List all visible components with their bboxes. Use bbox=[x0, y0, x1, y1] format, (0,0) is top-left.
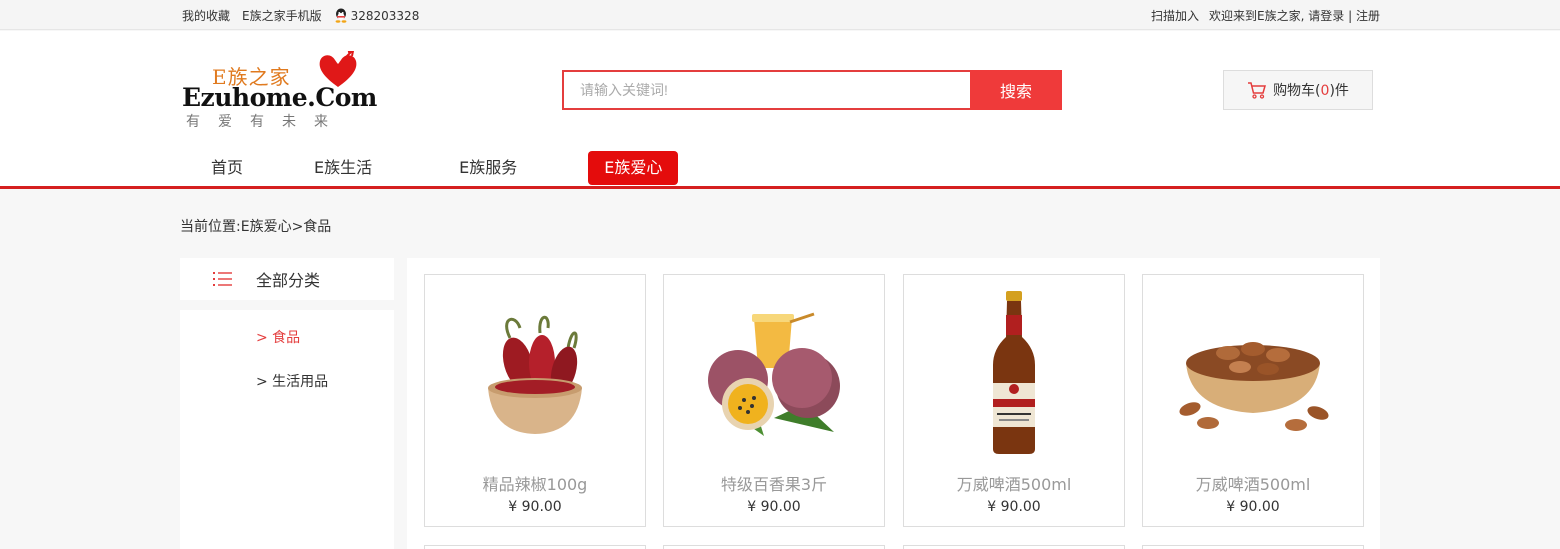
category-item-daily-goods[interactable]: > 生活用品 bbox=[256, 371, 328, 391]
product-image-chili[interactable] bbox=[425, 283, 645, 463]
product-card-next-row[interactable] bbox=[424, 545, 646, 549]
auth-divider: | bbox=[1348, 9, 1353, 23]
header: E族之家 Ezuhome.Com 有爱有未来 搜索 购物车(0)件 首页 E族生… bbox=[0, 31, 1560, 187]
nav-home[interactable]: 首页 bbox=[211, 151, 243, 185]
site-logo[interactable]: E族之家 Ezuhome.Com 有爱有未来 bbox=[182, 51, 377, 131]
beer-bottle-icon bbox=[993, 291, 1035, 454]
product-price: ¥ 90.00 bbox=[508, 499, 562, 515]
login-link[interactable]: 请登录 bbox=[1308, 9, 1344, 23]
cart-label: 购物车(0)件 bbox=[1273, 83, 1349, 99]
search-bar: 搜索 bbox=[562, 70, 1062, 110]
nav-divider bbox=[0, 186, 1560, 189]
product-image-beer[interactable] bbox=[904, 283, 1124, 463]
nav-service[interactable]: E族服务 bbox=[459, 151, 517, 185]
qq-contact[interactable]: 328203328 bbox=[334, 8, 420, 23]
product-card-next-row[interactable] bbox=[663, 545, 885, 549]
logo-slogan: 有爱有未来 bbox=[186, 114, 346, 130]
cart-button[interactable]: 购物车(0)件 bbox=[1223, 70, 1373, 110]
mobile-version-link[interactable]: E族之家手机版 bbox=[242, 7, 322, 24]
category-title: 全部分类 bbox=[256, 271, 321, 290]
product-card-next-row[interactable] bbox=[1142, 545, 1364, 549]
product-name[interactable]: 精品辣椒100g bbox=[425, 471, 645, 495]
product-image-passion-fruit[interactable] bbox=[664, 283, 884, 463]
product-card[interactable]: 万威啤酒500ml ¥ 90.00 bbox=[1142, 274, 1364, 527]
product-grid: 精品辣椒100g ¥ 90.00 特级百香果3斤 ¥ 90.00 万威啤酒500… bbox=[407, 258, 1380, 549]
product-price: ¥ 90.00 bbox=[987, 499, 1041, 515]
breadcrumb: 当前位置: E族爱心>食品 bbox=[180, 216, 331, 236]
nav-life[interactable]: E族生活 bbox=[314, 151, 372, 185]
favorites-link[interactable]: 我的收藏 bbox=[182, 7, 230, 24]
welcome-text: 欢迎来到E族之家, bbox=[1209, 9, 1305, 23]
product-price: ¥ 90.00 bbox=[1226, 499, 1280, 515]
shopping-cart-icon bbox=[1248, 82, 1267, 99]
product-card-next-row[interactable] bbox=[903, 545, 1125, 549]
product-name[interactable]: 万威啤酒500ml bbox=[904, 471, 1124, 495]
top-bar: 我的收藏 E族之家手机版 328203328 扫描加入 欢迎来到E族之家, 请登… bbox=[0, 0, 1560, 30]
search-button[interactable]: 搜索 bbox=[970, 70, 1062, 110]
product-price: ¥ 90.00 bbox=[747, 499, 801, 515]
product-card[interactable]: 特级百香果3斤 ¥ 90.00 bbox=[663, 274, 885, 527]
breadcrumb-prefix: 当前位置: bbox=[180, 219, 241, 235]
breadcrumb-path[interactable]: E族爱心>食品 bbox=[241, 216, 332, 236]
chili-peppers-icon bbox=[488, 315, 582, 434]
main-nav: 首页 E族生活 E族服务 E族爱心 bbox=[182, 150, 679, 186]
product-name[interactable]: 万威啤酒500ml bbox=[1143, 471, 1363, 495]
product-image-pine-nuts[interactable] bbox=[1143, 283, 1363, 463]
pine-nuts-icon bbox=[1179, 342, 1329, 431]
qq-penguin-icon bbox=[335, 8, 347, 23]
scan-join-link[interactable]: 扫描加入 bbox=[1151, 7, 1199, 24]
nav-charity[interactable]: E族爱心 bbox=[588, 151, 679, 185]
logo-en-text: Ezuhome.Com bbox=[182, 83, 377, 112]
list-icon bbox=[213, 272, 232, 286]
product-name[interactable]: 特级百香果3斤 bbox=[664, 471, 884, 495]
product-card[interactable]: 精品辣椒100g ¥ 90.00 bbox=[424, 274, 646, 527]
product-card[interactable]: 万威啤酒500ml ¥ 90.00 bbox=[903, 274, 1125, 527]
search-input[interactable] bbox=[562, 70, 970, 110]
category-list: > 食品 > 生活用品 bbox=[180, 310, 394, 549]
register-link[interactable]: 注册 bbox=[1356, 9, 1380, 23]
category-header: 全部分类 bbox=[180, 258, 394, 300]
auth-links: 欢迎来到E族之家, 请登录 | 注册 bbox=[1209, 7, 1380, 24]
category-item-food[interactable]: > 食品 bbox=[256, 327, 300, 347]
passion-fruit-icon bbox=[708, 312, 840, 436]
qq-number: 328203328 bbox=[350, 8, 420, 23]
